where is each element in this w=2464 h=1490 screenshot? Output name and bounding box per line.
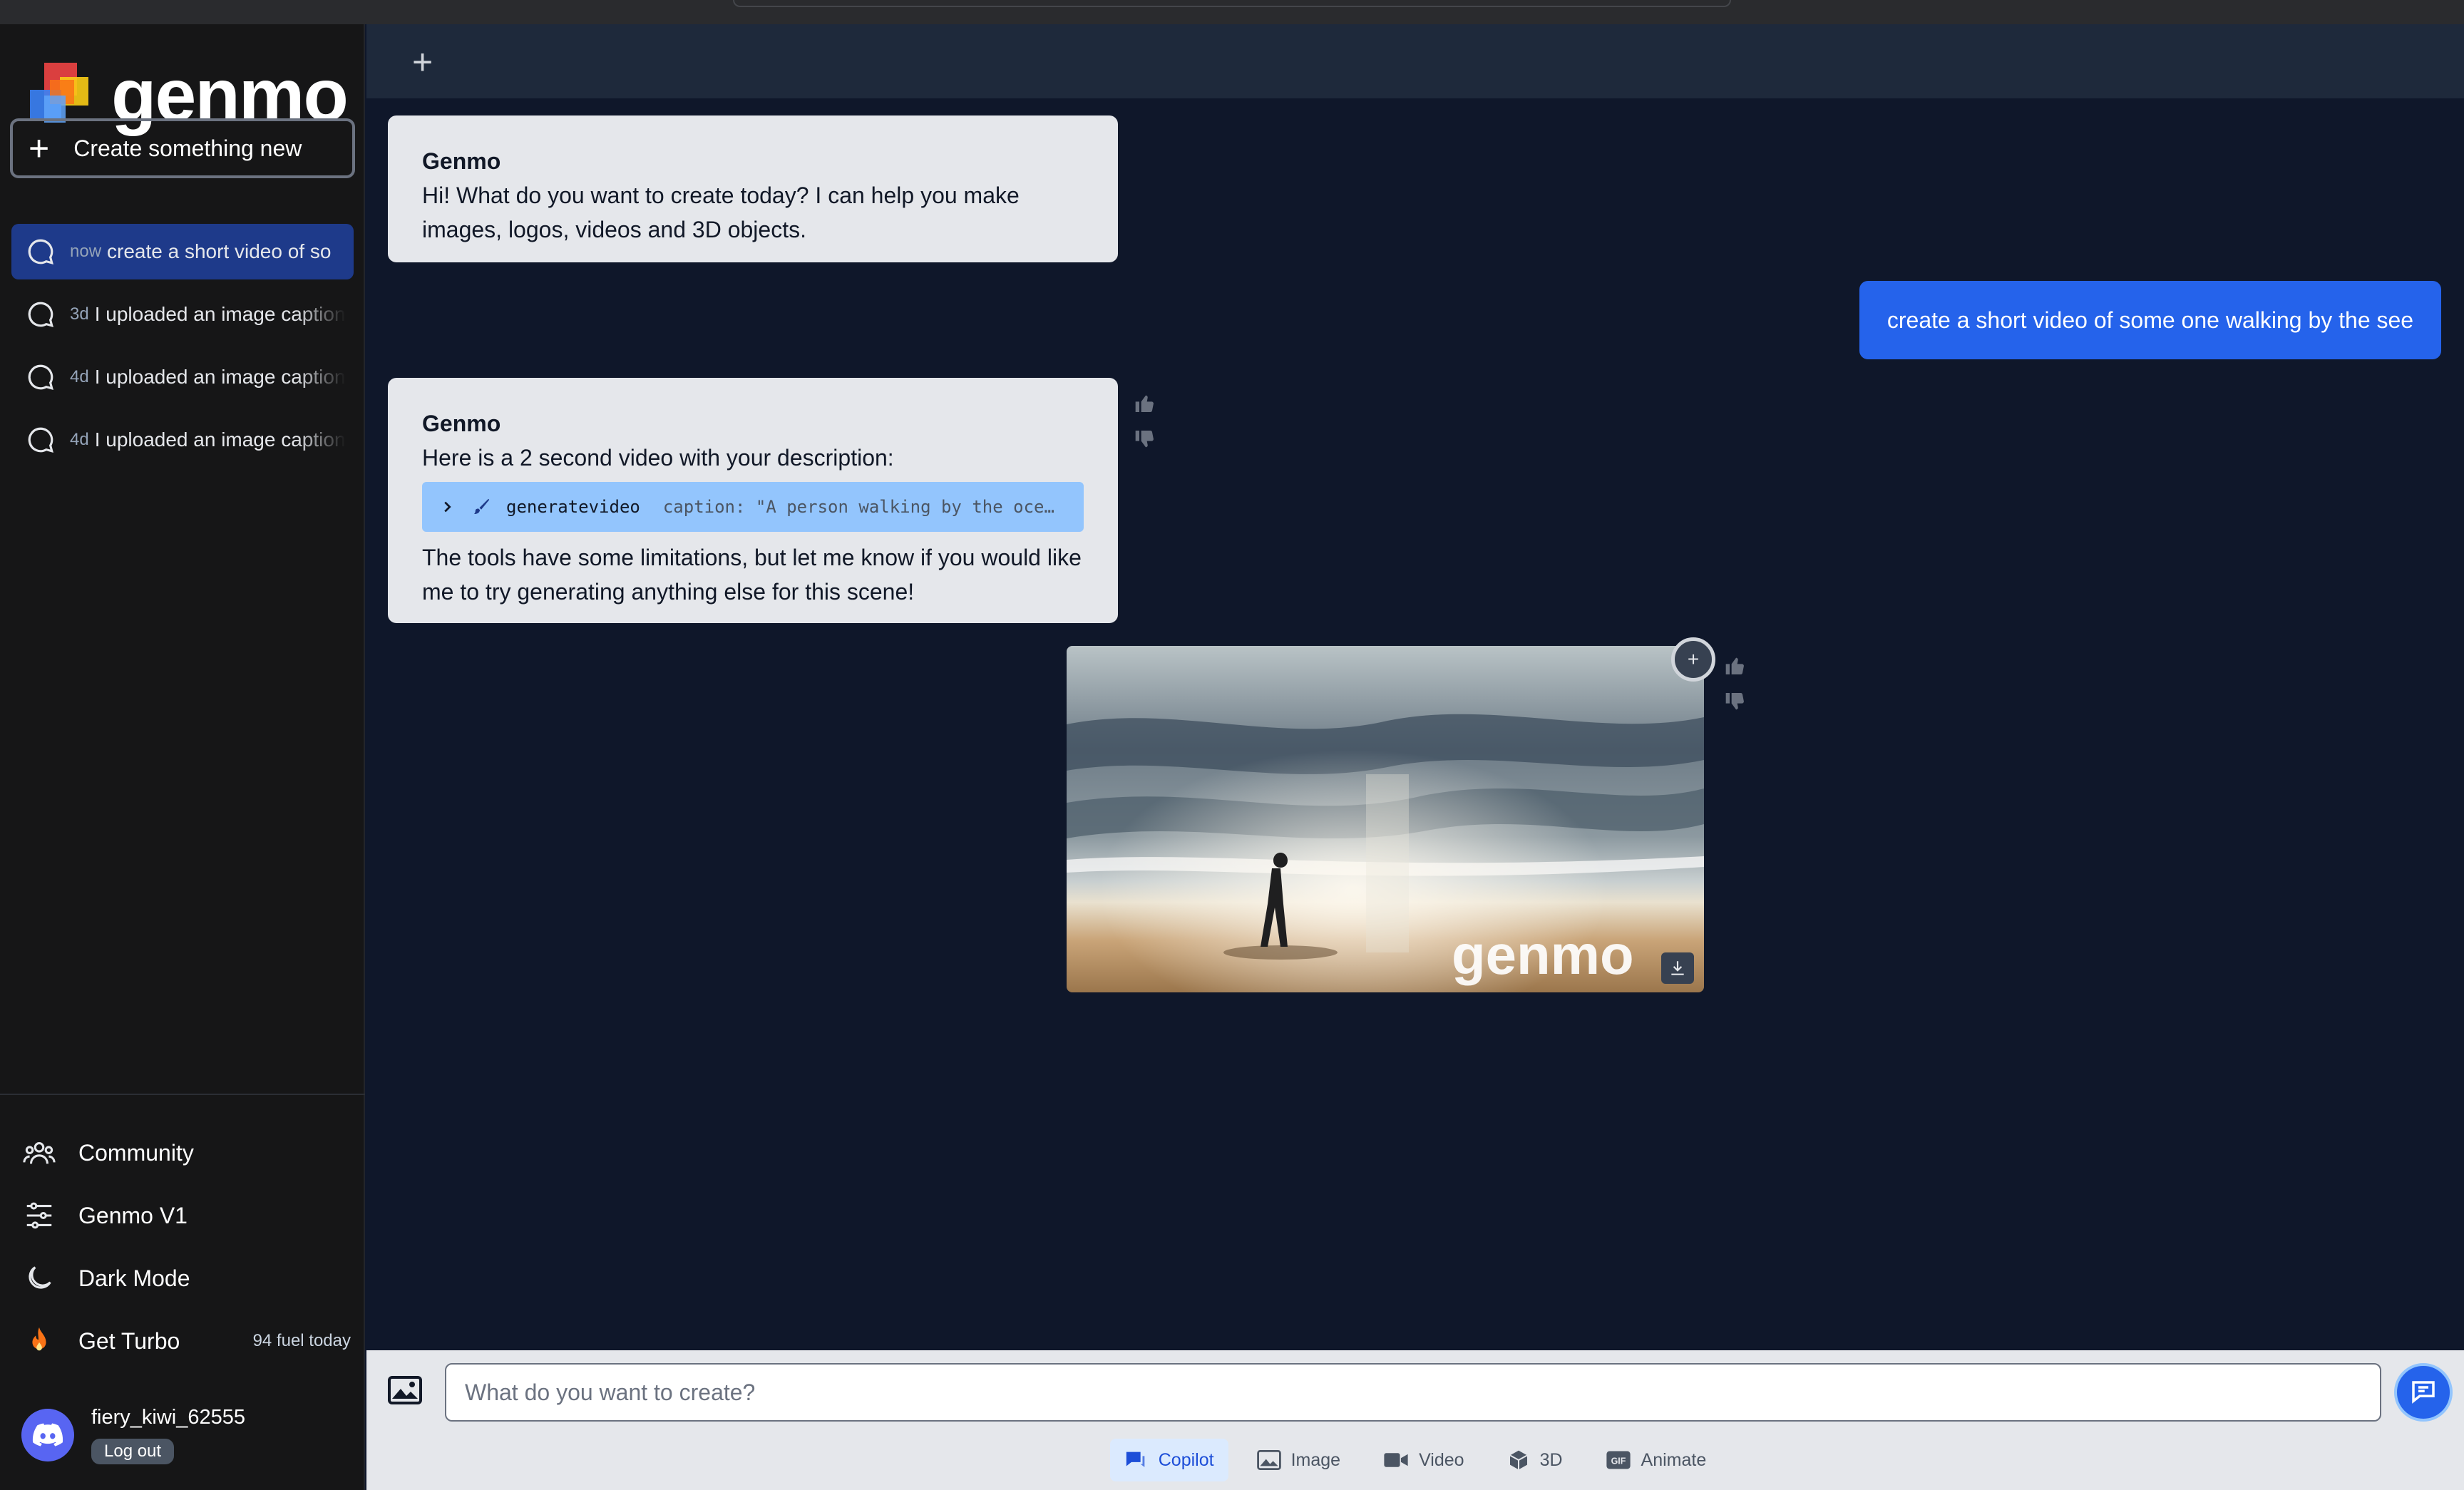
nav-genmo-v1-label: Genmo V1: [78, 1202, 188, 1228]
history-text: I uploaded an image caption: [94, 366, 346, 388]
mode-tab-label: Image: [1290, 1449, 1341, 1470]
plus-icon: +: [29, 128, 50, 168]
gif-icon: GIF: [1606, 1451, 1631, 1469]
sidebar: genmo + Create something new now create …: [0, 24, 365, 1490]
flame-icon: [32, 1327, 46, 1351]
message-sender: Genmo: [422, 148, 501, 174]
image-icon: [388, 1376, 422, 1404]
tool-call[interactable]: generatevideo caption: "A person walking…: [422, 482, 1084, 532]
send-button[interactable]: [2394, 1363, 2453, 1422]
video-add-button[interactable]: +: [1671, 637, 1715, 682]
nav-genmo-v1[interactable]: Genmo V1: [23, 1191, 351, 1240]
prompt-input[interactable]: [445, 1363, 2381, 1422]
history-ago: 4d: [70, 430, 89, 449]
cube-icon: [1509, 1450, 1528, 1470]
mode-tab-label: Video: [1419, 1449, 1464, 1470]
history-ago: now: [70, 242, 102, 261]
sidebar-divider: [0, 1094, 365, 1095]
assistant-message: Genmo Here is a 2 second video with your…: [388, 378, 1118, 623]
history-item[interactable]: 4d I uploaded an image caption: [11, 412, 354, 468]
nav-dark-mode[interactable]: Dark Mode: [23, 1253, 351, 1303]
address-bar[interactable]: [733, 0, 1731, 7]
browser-top-strip: [0, 0, 2464, 24]
history-text: create a short video of so: [107, 240, 332, 262]
fuel-count: 94 fuel today: [252, 1331, 351, 1350]
message-outro: The tools have some limitations, but let…: [422, 545, 1082, 605]
brush-icon: [474, 498, 490, 514]
history-text: I uploaded an image caption: [94, 428, 346, 451]
video-download-button[interactable]: [1661, 952, 1694, 984]
chat-bubble-icon: [28, 427, 53, 453]
history-ago: 4d: [70, 367, 89, 386]
message-text: Hi! What do you want to create today? I …: [422, 183, 1020, 242]
nav-community-label: Community: [78, 1139, 194, 1166]
logout-button[interactable]: Log out: [91, 1439, 175, 1464]
video-frame-beach: genmo: [1067, 646, 1704, 992]
tab-bar: +: [366, 24, 2464, 98]
history-item[interactable]: 3d I uploaded an image caption: [11, 287, 354, 342]
nav-dark-mode-label: Dark Mode: [78, 1265, 190, 1291]
download-icon: [1671, 961, 1684, 975]
mode-tab-copilot[interactable]: Copilot: [1109, 1439, 1228, 1481]
message-sender: Genmo: [422, 411, 501, 436]
chevron-right-icon: [444, 501, 451, 513]
username: fiery_kiwi_62555: [91, 1406, 246, 1429]
image-icon: [1256, 1450, 1281, 1470]
moon-icon: [29, 1266, 51, 1289]
create-new-button[interactable]: + Create something new: [10, 118, 355, 178]
nav-get-turbo-label: Get Turbo: [78, 1327, 180, 1354]
user-message: create a short video of some one walking…: [1859, 281, 2441, 359]
tool-caption: caption: "A person walking by the oce…: [662, 497, 1054, 517]
discord-avatar[interactable]: [21, 1409, 74, 1461]
chat-bubble-icon: [28, 239, 53, 264]
history-ago: 3d: [70, 304, 89, 324]
sliders-icon: [26, 1202, 52, 1229]
mode-tab-label: Animate: [1641, 1449, 1707, 1470]
video-camera-icon: [1384, 1453, 1408, 1467]
mode-tab-video[interactable]: Video: [1369, 1439, 1479, 1481]
assistant-message: Genmo Hi! What do you want to create tod…: [388, 115, 1118, 262]
history-item[interactable]: now create a short video of so: [11, 224, 354, 279]
composer: Copilot Image Video 3D GIF Animate: [366, 1350, 2464, 1490]
history-item[interactable]: 4d I uploaded an image caption: [11, 349, 354, 405]
svg-text:GIF: GIF: [1611, 1456, 1626, 1466]
mode-tab-3d[interactable]: 3D: [1493, 1439, 1577, 1481]
nav-get-turbo[interactable]: Get Turbo 94 fuel today: [23, 1316, 351, 1366]
thumbs-up-icon[interactable]: [1134, 392, 1156, 415]
community-icon: [23, 1142, 56, 1164]
mode-tabs: Copilot Image Video 3D GIF Animate: [366, 1439, 2464, 1481]
thumbs-down-icon[interactable]: [1724, 690, 1747, 713]
video-watermark: genmo: [1452, 923, 1634, 986]
discord-icon: [32, 1423, 63, 1447]
mode-tab-animate[interactable]: GIF Animate: [1591, 1439, 1721, 1481]
user-profile: fiery_kiwi_62555 Log out: [21, 1402, 246, 1464]
chat-send-icon: [2412, 1381, 2435, 1404]
chat-bubble-icon: [28, 364, 53, 390]
chat-bubble-icon: [28, 302, 53, 327]
tool-name: generatevideo: [506, 497, 640, 517]
mode-tab-image[interactable]: Image: [1243, 1439, 1355, 1481]
mode-tab-label: 3D: [1539, 1449, 1563, 1470]
create-new-label: Create something new: [73, 135, 302, 161]
user-message-text: create a short video of some one walking…: [1886, 307, 2414, 333]
nav-community[interactable]: Community: [23, 1128, 351, 1178]
copilot-icon: [1126, 1452, 1145, 1467]
message-intro: Here is a 2 second video with your descr…: [422, 445, 894, 471]
thumbs-down-icon[interactable]: [1134, 428, 1156, 451]
generated-video[interactable]: genmo: [1067, 646, 1704, 992]
history-text: I uploaded an image caption: [94, 303, 346, 325]
new-tab-plus-icon[interactable]: +: [412, 44, 433, 80]
thumbs-up-icon[interactable]: [1724, 654, 1747, 677]
upload-image-button[interactable]: [388, 1376, 422, 1408]
mode-tab-label: Copilot: [1158, 1449, 1214, 1470]
